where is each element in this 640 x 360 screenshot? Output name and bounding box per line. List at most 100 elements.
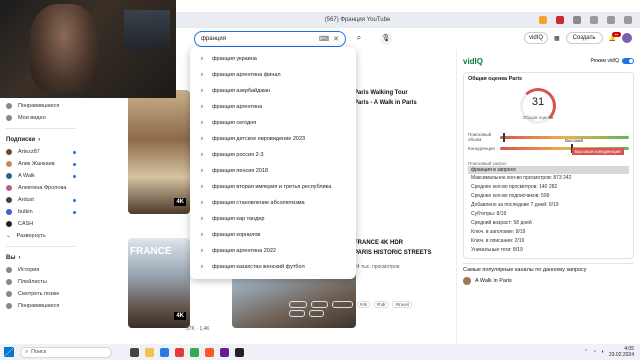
keyboard-icon[interactable]: ⌨ [319, 35, 329, 43]
sidebar-item-liked[interactable]: Понравившиеся [6, 100, 76, 112]
subscriptions-heading[interactable]: Подписки › [6, 137, 76, 143]
search-input[interactable] [201, 36, 316, 42]
sidebar-subscription[interactable]: A Walk [6, 170, 76, 182]
playlist-icon [6, 279, 12, 285]
video-thumbnail[interactable]: 4K [128, 90, 190, 214]
tag-chip[interactable]: #city [308, 310, 325, 317]
wifi-icon[interactable]: ◔ [593, 349, 596, 355]
sidebar-subscription[interactable]: Алевтина Фролова [6, 182, 76, 194]
stat-row: Максимальное кол-во просмотров: 873 242 [471, 175, 572, 181]
suggestion-text: франция аргентина [212, 104, 263, 110]
suggestion-item[interactable]: ⌕ франция вторая империя и третья республ… [190, 179, 356, 195]
tag-chip[interactable]: #tour [289, 310, 306, 317]
tag-chip[interactable]: #france [332, 301, 354, 308]
suggestion-item[interactable]: ⌕ франция аргентина финал [190, 67, 356, 83]
toggle-label: Режим vidIQ [590, 58, 619, 64]
meter-label: Поисковый объём [468, 132, 492, 142]
search-icon: ⌕ [200, 199, 204, 206]
vidiq-mode-toggle[interactable]: Режим vidIQ [591, 58, 634, 64]
suggestion-item[interactable]: ⌕ франция детское евровидение 2023 [190, 131, 356, 147]
tag-chip[interactable]: #walk [310, 301, 329, 308]
score-caption: Общая оценка [522, 115, 554, 120]
video-title[interactable]: FRANCE 4K HDR [354, 240, 403, 246]
volume-icon[interactable]: ◖ [601, 349, 604, 355]
quality-badge: 4K [174, 312, 186, 320]
taskbar-search-placeholder: Поиск [31, 349, 47, 355]
divider [6, 128, 76, 129]
suggestion-item[interactable]: ⌕ франция аргентина 2022 [190, 243, 356, 259]
chrome-icon[interactable] [190, 347, 199, 357]
search-button[interactable]: ⌕ [352, 33, 366, 45]
tag-list: #paris #walk #france #4k #hdr #travel #t… [288, 300, 420, 318]
stat-row: Субтитры: 8/19 [471, 211, 507, 217]
suggestion-item[interactable]: ⌕ франция аргентина [190, 99, 356, 115]
extension-icon[interactable] [573, 16, 581, 24]
create-button[interactable]: Создать [565, 32, 603, 44]
sidebar-expand[interactable]: ⌄ Развернуть [6, 230, 76, 242]
tag-chip[interactable]: #travel [392, 301, 412, 308]
sidebar-item-my-videos[interactable]: Мои видео [6, 112, 76, 124]
sidebar-subscription[interactable]: Artezz87 [6, 146, 76, 158]
suggestion-item[interactable]: ⌕ франция пенсия 2018 [190, 163, 356, 179]
sidebar-subscription[interactable]: Алик Жанкаев [6, 158, 76, 170]
close-window-icon[interactable] [624, 16, 632, 24]
suggestion-item[interactable]: ⌕ франция украина [190, 51, 356, 67]
sidebar-item-watch-later[interactable]: Смотреть позже [6, 288, 76, 300]
sidebar-item-liked-videos[interactable]: Понравившиеся [6, 300, 76, 312]
suggestion-item[interactable]: ⌕ франция корнилов [190, 227, 356, 243]
tag-chip[interactable]: #hdr [373, 301, 389, 308]
close-icon[interactable]: ✕ [333, 35, 339, 43]
suggestion-item[interactable]: ⌕ франция кар тандер [190, 211, 356, 227]
vidiq-tokens-button[interactable]: vidIQ [524, 32, 549, 44]
stat-row: Средний возраст: 58 дней [471, 220, 532, 226]
video-thumbnail[interactable]: FRANCE 4K [128, 238, 190, 328]
sidebar-item-label: Понравившиеся [18, 303, 60, 309]
channel-avatar [6, 149, 12, 155]
sidebar-item-history[interactable]: История [6, 264, 76, 276]
app-icon[interactable] [205, 347, 214, 357]
video-title-line2[interactable]: Paris - A Walk in Paris [354, 100, 417, 106]
notifications-button[interactable]: 🔔 9+ [609, 31, 621, 42]
tag-chip[interactable]: #4k [356, 301, 371, 308]
browser-tab-title[interactable]: (567) Франция YouTube [176, 17, 539, 23]
edge-icon[interactable] [160, 347, 169, 357]
chevron-up-icon[interactable]: ⌃ [584, 349, 588, 355]
stat-row: Ключ. в описании: 2/19 [471, 238, 525, 244]
suggestion-item[interactable]: ⌕ франция россия 2-3 [190, 147, 356, 163]
tag-chip[interactable]: #paris [289, 301, 308, 308]
suggestion-item[interactable]: ⌕ франция становление абсолютизма [190, 195, 356, 211]
voice-search-button[interactable]: 🎙 [380, 33, 392, 45]
extension-icon[interactable] [556, 16, 564, 24]
you-heading[interactable]: Вы › [6, 255, 76, 261]
minimize-icon[interactable] [590, 16, 598, 24]
suggestion-item[interactable]: ⌕ франция азербайджан [190, 83, 356, 99]
sidebar-subscription[interactable]: CASH [6, 218, 76, 230]
vidiq-logo: vidIQ [463, 56, 484, 66]
grid-icon[interactable]: ▦ [554, 35, 560, 42]
suggestion-item[interactable]: ⌕ франция сегодня [190, 115, 356, 131]
toggle-switch[interactable] [622, 58, 634, 64]
video-title-line2[interactable]: PARIS HISTORIC STREETS [354, 250, 431, 256]
maximize-icon[interactable] [607, 16, 615, 24]
stats-active-row[interactable]: франция в запросе [468, 166, 629, 174]
channel-name: A Walk in Paris [475, 278, 512, 284]
channel-row[interactable]: A Walk in Paris [463, 277, 634, 285]
sidebar-subscription[interactable]: butkin [6, 206, 76, 218]
sidebar-subscription[interactable]: Ardust [6, 194, 76, 206]
avatar[interactable] [622, 33, 632, 43]
windows-start-icon[interactable] [4, 347, 14, 357]
app-icon[interactable] [235, 347, 244, 357]
task-view-icon[interactable] [130, 347, 139, 357]
clock[interactable]: 4:05 23.02.2024 [609, 346, 634, 358]
search-box[interactable]: ⌨ ✕ [194, 31, 346, 47]
file-explorer-icon[interactable] [145, 347, 154, 357]
suggestion-item[interactable]: ⌕ франция казахстан женский футбол [190, 259, 356, 275]
video-title[interactable]: Paris Walking Tour [354, 90, 408, 96]
sidebar-item-playlists[interactable]: Плейлисты [6, 276, 76, 288]
app-icon[interactable] [220, 347, 229, 357]
system-tray: ⌃ ◔ ◖ 4:05 23.02.2024 [584, 346, 640, 358]
yandex-icon[interactable] [175, 347, 184, 357]
clock-icon [6, 291, 12, 297]
taskbar-search[interactable]: ⌕ Поиск [20, 346, 112, 358]
extension-icon[interactable] [539, 16, 547, 24]
